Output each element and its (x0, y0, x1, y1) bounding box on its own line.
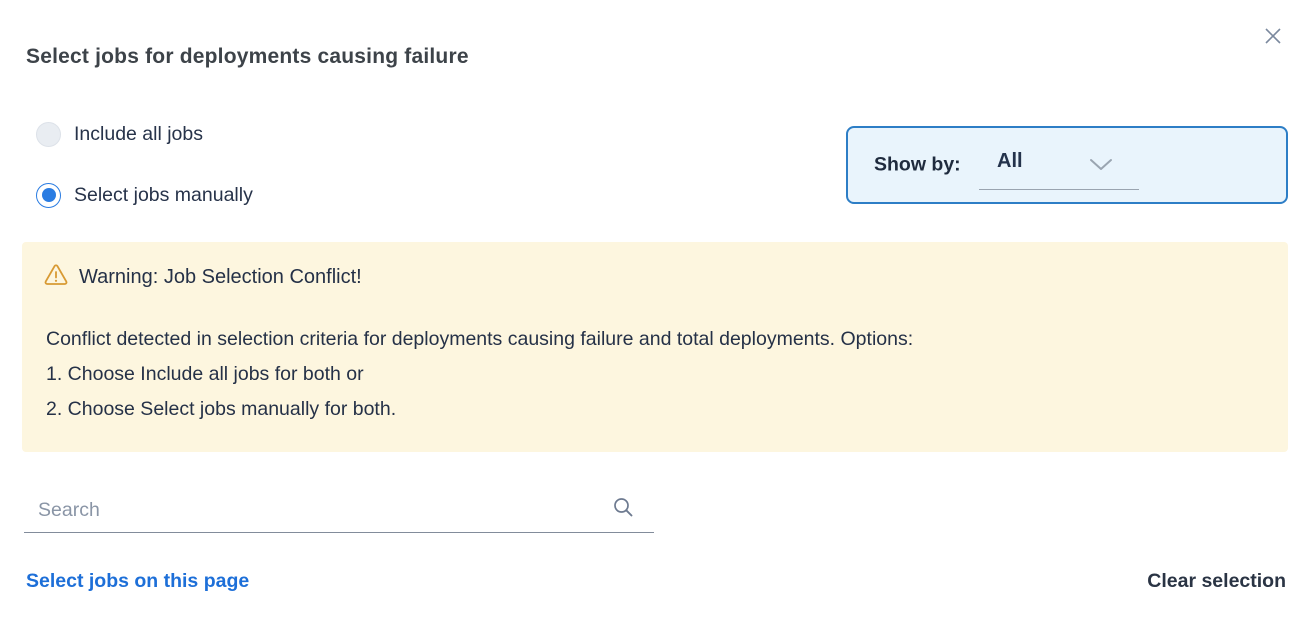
radio-unchecked-icon[interactable] (36, 122, 61, 147)
warning-option-1: 1. Choose Include all jobs for both or (46, 357, 913, 392)
radio-include-all-jobs[interactable]: Include all jobs (36, 121, 253, 147)
close-icon (1263, 26, 1283, 49)
search-input[interactable] (38, 494, 598, 526)
job-selection-radio-group: Include all jobs Select jobs manually (36, 121, 253, 243)
warning-option-2: 2. Choose Select jobs manually for both. (46, 392, 913, 427)
radio-select-jobs-manually[interactable]: Select jobs manually (36, 182, 253, 208)
warning-triangle-icon (44, 264, 68, 291)
select-jobs-on-page-link[interactable]: Select jobs on this page (26, 570, 249, 593)
search-field (24, 488, 654, 533)
radio-label: Include all jobs (74, 123, 203, 146)
warning-message: Conflict detected in selection criteria … (46, 322, 913, 357)
radio-checked-icon[interactable] (36, 183, 61, 208)
radio-label: Select jobs manually (74, 184, 253, 207)
show-by-label: Show by: (874, 154, 961, 177)
warning-title: Warning: Job Selection Conflict! (79, 266, 362, 289)
clear-selection-button[interactable]: Clear selection (1147, 570, 1286, 593)
show-by-dropdown[interactable]: All (979, 146, 1139, 190)
search-icon[interactable] (612, 496, 634, 523)
warning-banner: Warning: Job Selection Conflict! Conflic… (22, 242, 1288, 452)
chevron-down-icon (1089, 158, 1113, 177)
show-by-selected-value: All (997, 150, 1023, 173)
page-title: Select jobs for deployments causing fail… (26, 45, 469, 69)
show-by-panel: Show by: All (846, 126, 1288, 204)
close-button[interactable] (1260, 24, 1286, 50)
